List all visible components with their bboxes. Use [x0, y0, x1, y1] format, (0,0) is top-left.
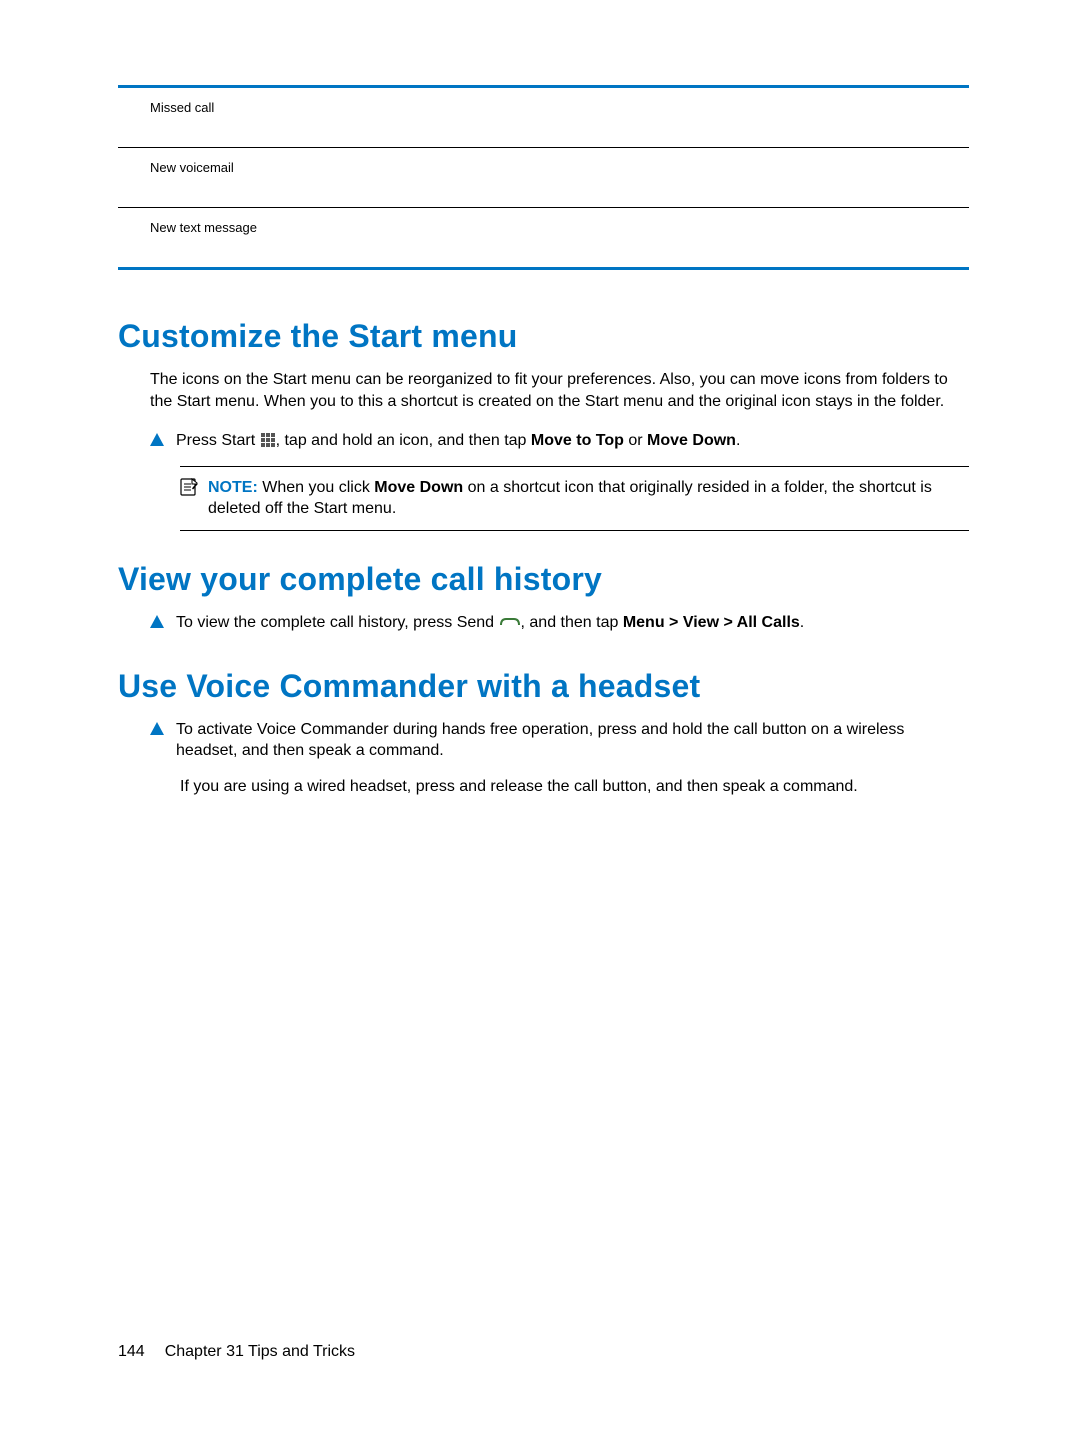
text-fragment: When you click: [258, 479, 374, 496]
note-callout: NOTE: When you click Move Down on a shor…: [180, 466, 969, 531]
heading-customize-start-menu: Customize the Start menu: [118, 318, 969, 355]
step-item: To activate Voice Commander during hands…: [118, 719, 969, 762]
step-item: To view the complete call history, press…: [118, 612, 969, 634]
text-fragment: , tap and hold an icon, and then tap: [276, 432, 531, 449]
table-row: New text message: [118, 208, 969, 267]
page-footer: 144 Chapter 31 Tips and Tricks: [118, 1343, 355, 1361]
text-fragment: .: [800, 614, 804, 631]
text-fragment: To view the complete call history, press…: [176, 614, 499, 631]
heading-view-call-history: View your complete call history: [118, 561, 969, 598]
step-bullet-icon: [150, 615, 164, 628]
heading-voice-commander-headset: Use Voice Commander with a headset: [118, 668, 969, 705]
step-text: Press Start , tap and hold an icon, and …: [176, 430, 740, 452]
note-icon: [180, 478, 198, 496]
page: Missed call New voicemail New text messa…: [0, 0, 1080, 1437]
start-icon: [260, 432, 276, 448]
note-label: NOTE:: [208, 479, 258, 496]
step-bullet-icon: [150, 722, 164, 735]
step-item: Press Start , tap and hold an icon, and …: [118, 430, 969, 452]
text-fragment: To activate Voice Commander during hands…: [176, 721, 904, 760]
bold-text: Move Down: [647, 432, 736, 449]
text-fragment: .: [736, 432, 740, 449]
intro-paragraph: The icons on the Start menu can be reorg…: [118, 369, 969, 412]
step-bullet-icon: [150, 433, 164, 446]
text-fragment: Press Start: [176, 432, 260, 449]
text-fragment: or: [624, 432, 647, 449]
send-icon: [499, 613, 521, 625]
step-text: To activate Voice Commander during hands…: [176, 719, 969, 762]
bold-text: Move to Top: [531, 432, 624, 449]
step-text: To view the complete call history, press…: [176, 612, 804, 634]
bold-text: Menu > View > All Calls: [623, 614, 800, 631]
table-row: New voicemail: [118, 148, 969, 207]
chapter-label: Chapter 31 Tips and Tricks: [165, 1343, 355, 1360]
bold-text: Move Down: [374, 479, 463, 496]
text-fragment: , and then tap: [521, 614, 623, 631]
table-row: Missed call: [118, 88, 969, 147]
page-number: 144: [118, 1343, 145, 1361]
table-bottom-rule: [118, 267, 969, 270]
note-text: NOTE: When you click Move Down on a shor…: [208, 477, 969, 520]
body-paragraph: If you are using a wired headset, press …: [118, 776, 969, 798]
